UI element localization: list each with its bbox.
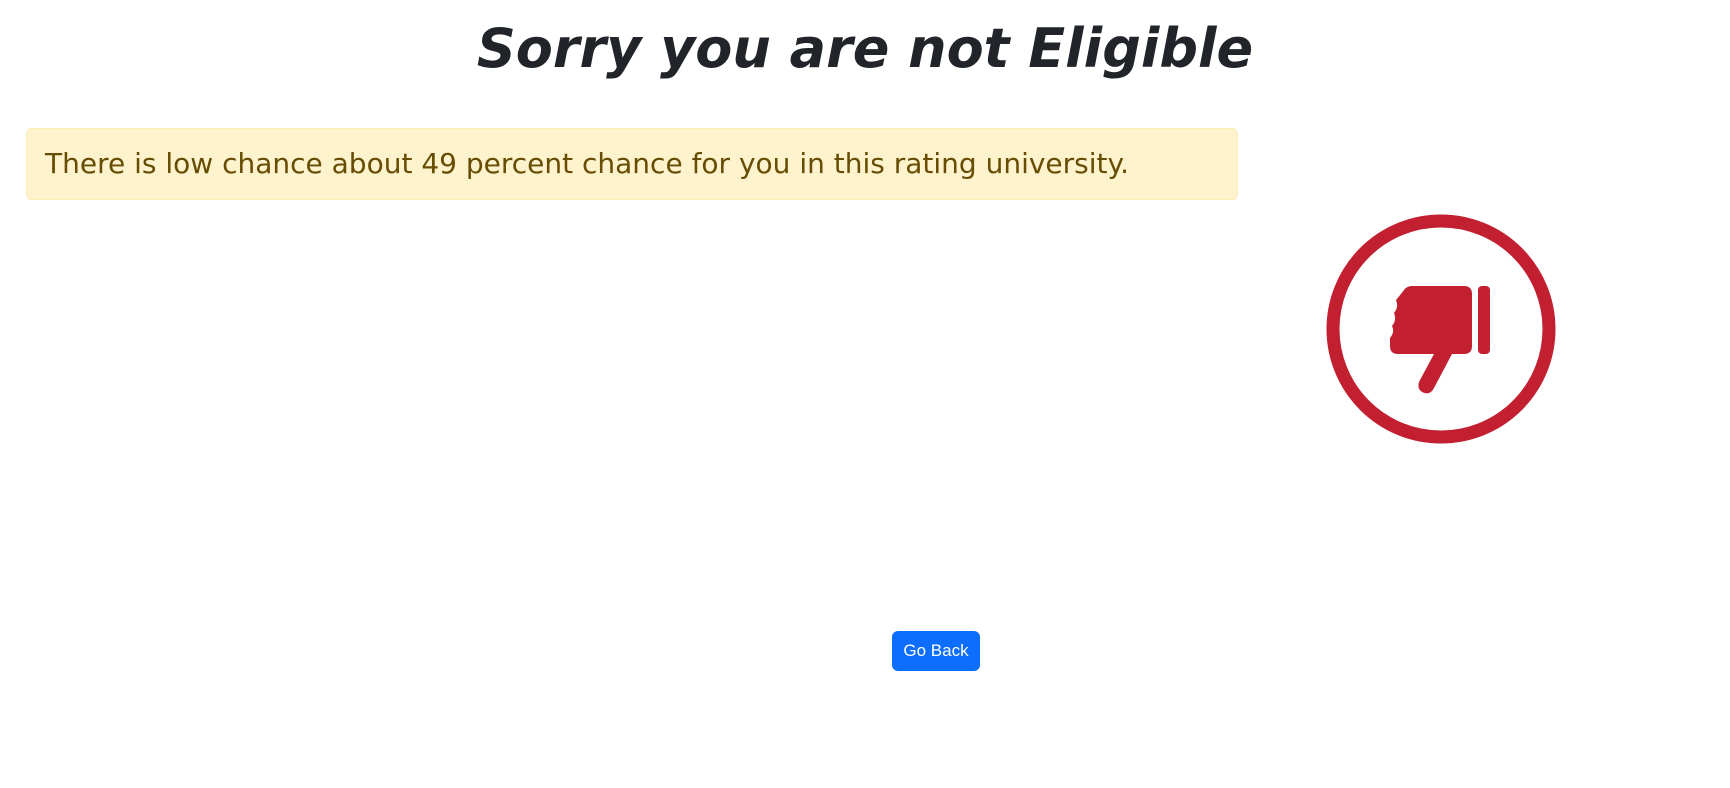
page-title: Sorry you are not Eligible: [476, 17, 1254, 80]
eligibility-alert: There is low chance about 49 percent cha…: [26, 128, 1238, 200]
result-page: Sorry you are not Eligible There is low …: [0, 0, 1730, 788]
thumbs-down-circle-icon: [1326, 214, 1556, 444]
go-back-button[interactable]: Go Back: [892, 631, 980, 671]
